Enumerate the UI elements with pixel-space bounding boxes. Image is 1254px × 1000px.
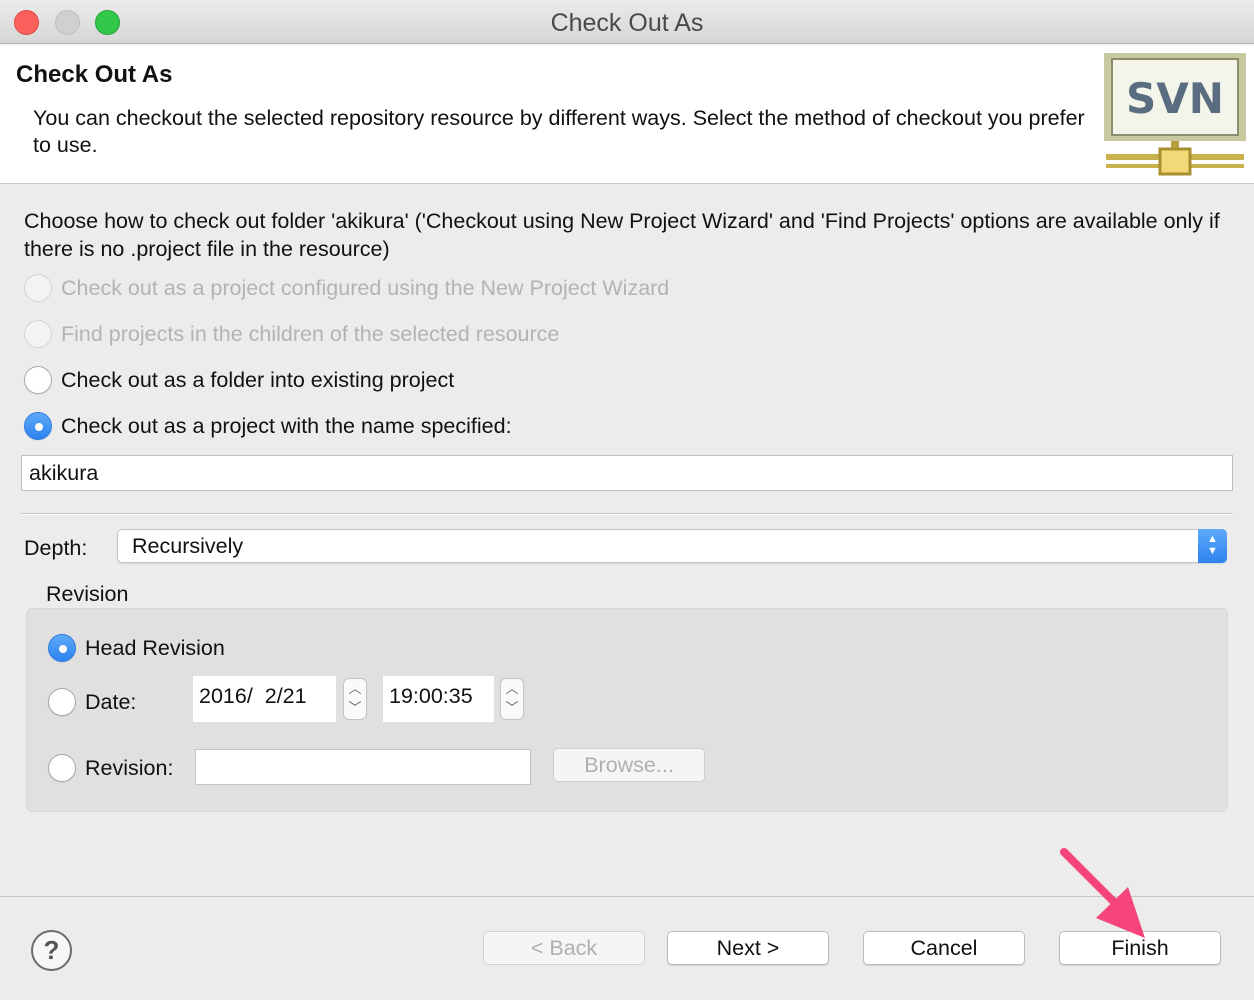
svn-logo-text: SVN: [1126, 74, 1224, 123]
revision-group-label: Revision: [46, 582, 129, 606]
option-head-revision[interactable]: Head Revision: [48, 634, 225, 662]
select-arrows-icon: ▲ ▼: [1198, 529, 1227, 563]
option-revision[interactable]: Revision:: [48, 754, 173, 782]
option-label: Find projects in the children of the sel…: [61, 321, 560, 346]
project-name-input[interactable]: akikura: [21, 455, 1233, 491]
separator: [21, 513, 1233, 515]
chevron-up-icon[interactable]: ︿: [501, 679, 523, 698]
cancel-button[interactable]: Cancel: [863, 931, 1025, 965]
page-title: Check Out As: [16, 61, 173, 88]
revision-input[interactable]: [195, 749, 531, 785]
option-project-with-name[interactable]: Check out as a project with the name spe…: [24, 412, 512, 440]
title-bar: Check Out As: [0, 0, 1254, 44]
option-date[interactable]: Date:: [48, 688, 136, 716]
window-title: Check Out As: [550, 9, 704, 37]
option-label: Check out as a project configured using …: [61, 275, 670, 300]
finish-button[interactable]: Finish: [1059, 931, 1221, 965]
wizard-content: Choose how to check out folder 'akikura'…: [0, 185, 1254, 896]
radio-revision[interactable]: [48, 754, 76, 782]
radio-new-project-wizard: [24, 274, 52, 302]
radio-head-revision[interactable]: [48, 634, 76, 662]
option-label[interactable]: Check out as a folder into existing proj…: [61, 368, 454, 393]
option-folder-into-project[interactable]: Check out as a folder into existing proj…: [24, 366, 454, 394]
back-button: < Back: [483, 931, 645, 965]
page-description: You can checkout the selected repository…: [33, 106, 1085, 157]
radio-folder-into-project[interactable]: [24, 366, 52, 394]
button-bar: ? < Back Next > Cancel Finish: [0, 896, 1254, 1000]
option-label[interactable]: Date:: [85, 690, 136, 715]
browse-button: Browse...: [553, 748, 705, 782]
radio-date[interactable]: [48, 688, 76, 716]
time-stepper[interactable]: ︿ ﹀: [500, 678, 524, 720]
option-label[interactable]: Revision:: [85, 756, 173, 781]
help-icon[interactable]: ?: [31, 930, 72, 971]
option-label[interactable]: Check out as a project with the name spe…: [61, 414, 512, 439]
chevron-down-icon[interactable]: ﹀: [501, 698, 523, 717]
chevron-up-icon[interactable]: ︿: [344, 679, 366, 698]
wizard-banner: Check Out As You can checkout the select…: [0, 45, 1254, 184]
instruction-text: Choose how to check out folder 'akikura'…: [24, 209, 1220, 261]
date-field[interactable]: 2016/ 2/21: [193, 676, 336, 722]
time-field[interactable]: 19:00:35: [383, 676, 494, 722]
chevron-down-icon[interactable]: ﹀: [344, 698, 366, 717]
option-find-projects: Find projects in the children of the sel…: [24, 320, 559, 348]
depth-select[interactable]: Recursively ▲ ▼: [117, 529, 1227, 563]
option-label[interactable]: Head Revision: [85, 636, 225, 661]
depth-label: Depth:: [24, 536, 88, 560]
radio-find-projects: [24, 320, 52, 348]
radio-project-with-name[interactable]: [24, 412, 52, 440]
svn-logo-icon: SVN: [1104, 53, 1246, 176]
next-button[interactable]: Next >: [667, 931, 829, 965]
option-new-project-wizard: Check out as a project configured using …: [24, 274, 669, 302]
date-stepper[interactable]: ︿ ﹀: [343, 678, 367, 720]
depth-selected-value: Recursively: [132, 534, 244, 558]
